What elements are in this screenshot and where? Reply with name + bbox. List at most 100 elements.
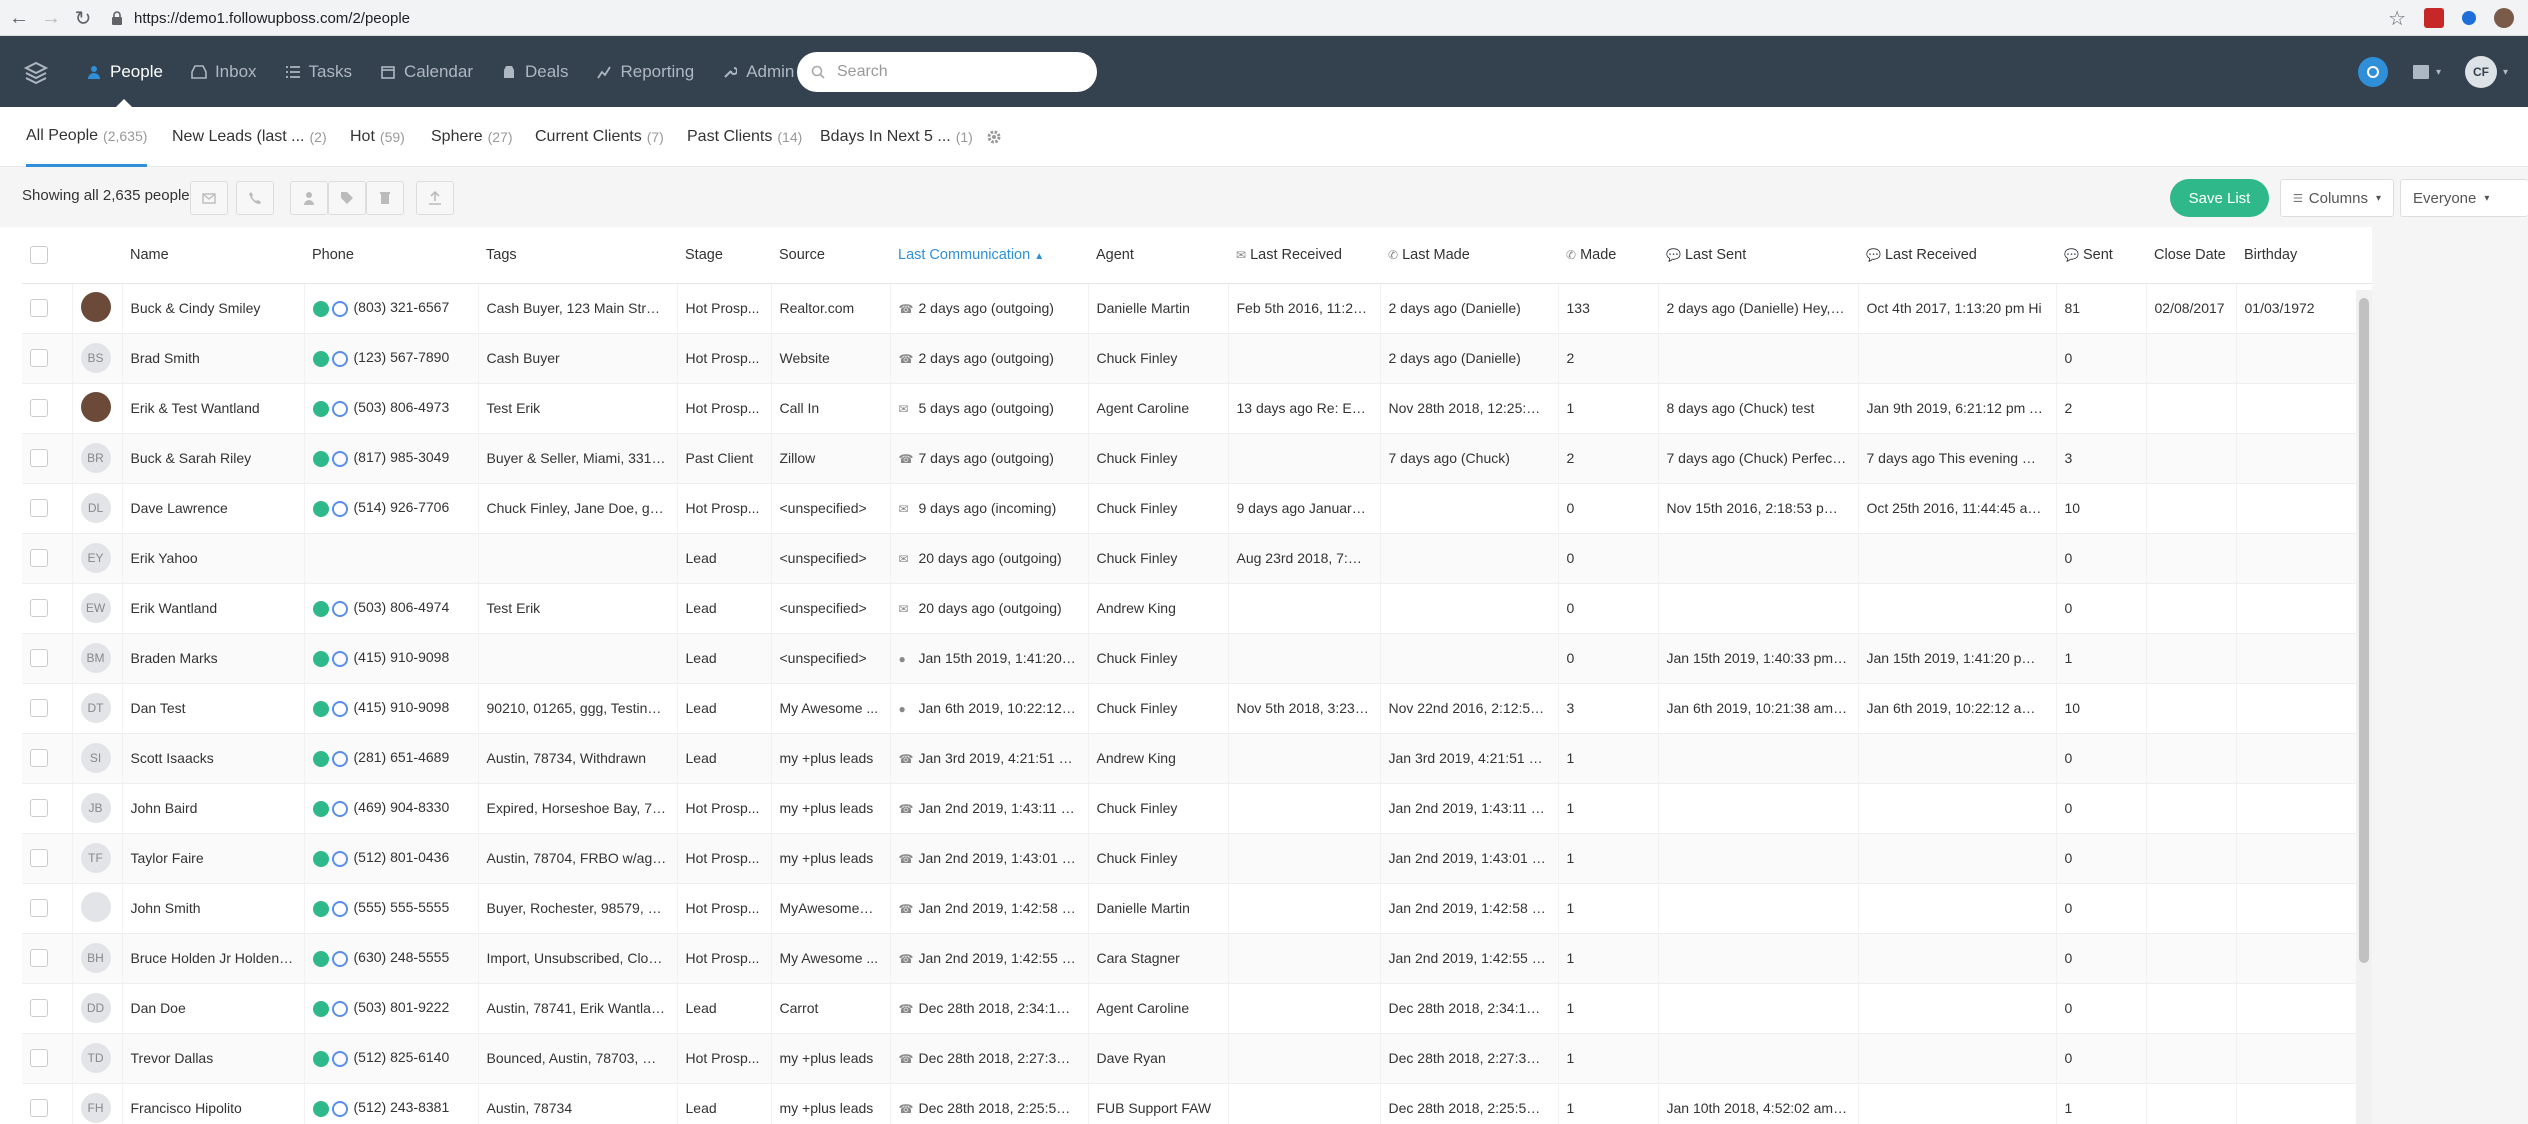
text-message-icon[interactable] — [331, 450, 348, 467]
table-row[interactable]: EW Erik Wantland (503) 806-4974 Test Erik Le… — [22, 583, 2372, 634]
name-cell[interactable]: Brad Smith — [122, 333, 305, 384]
export-button[interactable] — [416, 181, 454, 215]
col-sent[interactable]: 💬 Sent — [2056, 227, 2146, 284]
table-row[interactable]: JB John Baird (469) 904-8330 Expired, Horse… — [22, 783, 2372, 834]
text-message-icon[interactable] — [331, 850, 348, 867]
assign-button[interactable] — [290, 181, 328, 215]
call-icon[interactable] — [312, 900, 329, 917]
text-message-icon[interactable] — [331, 400, 348, 417]
phone-cell[interactable]: (512) 825-6140 — [304, 1033, 479, 1084]
email-button[interactable] — [190, 181, 228, 215]
name-cell[interactable]: Dave Lawrence — [122, 483, 305, 534]
phone-cell[interactable]: (817) 985-3049 — [304, 433, 479, 484]
text-message-icon[interactable] — [331, 300, 348, 317]
phone-cell[interactable]: (555) 555-5555 — [304, 883, 479, 934]
phone-cell[interactable]: (503) 801-9222 — [304, 983, 479, 1034]
user-menu[interactable]: CF ▾ — [2464, 56, 2508, 88]
name-cell[interactable]: Erik Yahoo — [122, 533, 305, 584]
phone-cell[interactable]: (281) 651-4689 — [304, 733, 479, 784]
col-made[interactable]: ✆ Made — [1558, 227, 1658, 284]
avatar[interactable]: BH — [80, 943, 111, 973]
address-bar[interactable]: https://demo1.followupboss.com/2/people — [110, 4, 2410, 32]
call-icon[interactable] — [312, 600, 329, 617]
row-checkbox[interactable] — [30, 999, 48, 1018]
avatar[interactable]: BS — [80, 343, 111, 373]
table-row[interactable]: TF Taylor Faire (512) 801-0436 Austin, 7870… — [22, 833, 2372, 884]
text-message-icon[interactable] — [331, 700, 348, 717]
col-last-sent[interactable]: 💬 Last Sent — [1658, 227, 1858, 284]
extension-icon[interactable] — [2424, 8, 2444, 28]
name-cell[interactable]: Francisco Hipolito — [122, 1083, 305, 1124]
call-button[interactable] — [236, 181, 274, 215]
phone-cell[interactable]: (415) 910-9098 — [304, 633, 479, 684]
phone-cell[interactable]: (503) 806-4974 — [304, 583, 479, 634]
text-message-icon[interactable] — [331, 1050, 348, 1067]
tab-sphere[interactable]: Sphere (27) — [431, 107, 513, 167]
call-icon[interactable] — [312, 950, 329, 967]
phone-cell[interactable]: (803) 321-6567 — [304, 283, 479, 334]
tab-current-clients[interactable]: Current Clients (7) — [535, 107, 664, 167]
everyone-dropdown[interactable]: Everyone ▾ — [2400, 179, 2528, 217]
avatar[interactable]: DD — [80, 993, 111, 1023]
text-message-icon[interactable] — [331, 500, 348, 517]
avatar[interactable]: TD — [80, 1043, 111, 1073]
avatar[interactable]: EW — [80, 593, 111, 623]
phone-cell[interactable] — [304, 533, 479, 584]
scrollbar-thumb[interactable] — [2359, 298, 2369, 963]
tab-past-clients[interactable]: Past Clients (14) — [687, 107, 802, 167]
text-message-icon[interactable] — [331, 1100, 348, 1117]
row-checkbox[interactable] — [30, 749, 48, 768]
name-cell[interactable]: Scott Isaacks — [122, 733, 305, 784]
row-checkbox[interactable] — [30, 849, 48, 868]
call-icon[interactable] — [312, 400, 329, 417]
table-row[interactable]: Erik & Test Wantland (503) 806-4973 Test E… — [22, 383, 2372, 434]
row-checkbox[interactable] — [30, 649, 48, 668]
call-icon[interactable] — [312, 800, 329, 817]
columns-dropdown[interactable]: Columns ▾ — [2280, 179, 2394, 217]
call-icon[interactable] — [312, 450, 329, 467]
row-checkbox[interactable] — [30, 549, 48, 568]
search-input[interactable] — [835, 62, 1075, 82]
row-checkbox[interactable] — [30, 349, 48, 368]
col-phone[interactable]: Phone — [304, 227, 478, 284]
integrations-button[interactable] — [2357, 57, 2388, 87]
text-message-icon[interactable] — [331, 600, 348, 617]
col-close-date[interactable]: Close Date — [2146, 227, 2236, 284]
col-name[interactable]: Name — [122, 227, 304, 284]
col-source[interactable]: Source — [771, 227, 890, 284]
name-cell[interactable]: Buck & Sarah Riley — [122, 433, 305, 484]
forward-icon[interactable]: → — [36, 3, 66, 33]
profile-icon[interactable] — [2494, 8, 2514, 28]
avatar[interactable]: FH — [80, 1093, 111, 1123]
row-checkbox[interactable] — [30, 449, 48, 468]
table-scrollbar[interactable] — [2356, 290, 2372, 1124]
delete-button[interactable] — [366, 181, 404, 215]
row-checkbox[interactable] — [30, 949, 48, 968]
table-row[interactable]: BR Buck & Sarah Riley (817) 985-3049 Buyer … — [22, 433, 2372, 484]
search-box[interactable] — [797, 52, 1097, 92]
resources-dropdown[interactable]: ▾ — [2412, 64, 2441, 80]
tab-settings[interactable] — [986, 107, 1002, 167]
bookmark-star-icon[interactable]: ☆ — [2388, 6, 2406, 31]
nav-calendar[interactable]: Calendar — [366, 36, 487, 107]
col-last-communication[interactable]: Last Communication ▲ — [890, 227, 1088, 284]
avatar[interactable]: JB — [80, 793, 111, 823]
table-row[interactable]: EY Erik Yahoo Lead <unspecified> ✉ 20 days ag… — [22, 533, 2372, 584]
row-checkbox[interactable] — [30, 599, 48, 618]
text-message-icon[interactable] — [331, 800, 348, 817]
avatar[interactable] — [80, 391, 111, 422]
name-cell[interactable]: Trevor Dallas — [122, 1033, 305, 1084]
nav-tasks[interactable]: Tasks — [271, 36, 366, 107]
text-message-icon[interactable] — [331, 1000, 348, 1017]
phone-cell[interactable]: (469) 904-8330 — [304, 783, 479, 834]
call-icon[interactable] — [312, 850, 329, 867]
phone-cell[interactable]: (503) 806-4973 — [304, 383, 479, 434]
call-icon[interactable] — [312, 1000, 329, 1017]
table-row[interactable]: SI Scott Isaacks (281) 651-4689 Austin, 787… — [22, 733, 2372, 784]
call-icon[interactable] — [312, 1100, 329, 1117]
avatar[interactable]: BM — [80, 643, 111, 673]
table-row[interactable]: BM Braden Marks (415) 910-9098 Lead <unspeci… — [22, 633, 2372, 684]
row-checkbox[interactable] — [30, 1099, 48, 1118]
col-stage[interactable]: Stage — [677, 227, 771, 284]
phone-cell[interactable]: (514) 926-7706 — [304, 483, 479, 534]
